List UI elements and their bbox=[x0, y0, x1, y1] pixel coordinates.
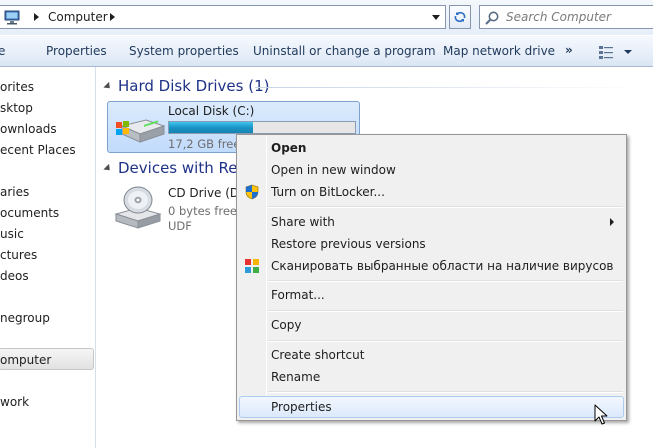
nav-item-desktop[interactable]: sktop bbox=[0, 101, 33, 115]
search-input[interactable] bbox=[502, 6, 650, 28]
address-bar-area: Computer bbox=[0, 0, 653, 35]
menu-item-label: Share with bbox=[271, 215, 335, 229]
menu-separator bbox=[268, 206, 623, 208]
navigation-pane: orites sktop ownloads ecent Places aries… bbox=[0, 67, 96, 448]
menu-separator bbox=[268, 340, 623, 342]
breadcrumb-arrow-icon[interactable] bbox=[34, 13, 40, 21]
local-disk-name: Local Disk (C:) bbox=[168, 104, 255, 118]
hard-drive-icon bbox=[116, 119, 166, 143]
menu-item-open[interactable]: Open bbox=[239, 137, 624, 159]
antivirus-icon bbox=[245, 259, 259, 273]
menu-item-label: Open bbox=[271, 141, 307, 155]
menu-item-label: Rename bbox=[271, 370, 321, 384]
devices-removable-header[interactable]: Devices with Rem bbox=[118, 159, 252, 177]
hard-disk-drives-header[interactable]: Hard Disk Drives (1) bbox=[118, 77, 269, 95]
shield-icon bbox=[245, 184, 259, 200]
breadcrumb-computer[interactable]: Computer bbox=[48, 10, 108, 24]
menu-separator bbox=[268, 310, 623, 312]
nav-item-documents[interactable]: ocuments bbox=[0, 206, 59, 220]
menu-item-label: Open in new window bbox=[271, 163, 396, 177]
menu-item-format[interactable]: Format... bbox=[239, 284, 624, 306]
properties-command[interactable]: Properties bbox=[46, 44, 107, 58]
menu-item-label: Properties bbox=[271, 400, 332, 414]
menu-item-label: Copy bbox=[271, 318, 302, 332]
nav-item-computer[interactable]: omputer bbox=[0, 353, 51, 367]
menu-item-restore-previous-versions[interactable]: Restore previous versions bbox=[239, 233, 624, 255]
nav-item-pictures[interactable]: ctures bbox=[0, 248, 37, 262]
cd-drive-icon bbox=[114, 186, 162, 229]
nav-item-music[interactable]: usic bbox=[0, 227, 24, 241]
nav-item-favorites[interactable]: orites bbox=[0, 80, 34, 94]
menu-item-scan-virus[interactable]: Сканировать выбранные области на наличие… bbox=[239, 255, 624, 277]
menu-item-copy[interactable]: Copy bbox=[239, 314, 624, 336]
command-bar: e Properties System properties Uninstall… bbox=[0, 35, 653, 67]
mouse-cursor-icon bbox=[594, 404, 608, 425]
disk-usage-bar bbox=[168, 121, 356, 134]
menu-item-label: Format... bbox=[271, 288, 325, 302]
menu-item-label: Turn on BitLocker... bbox=[271, 185, 385, 199]
nav-item-videos[interactable]: deos bbox=[0, 269, 29, 283]
menu-separator bbox=[268, 280, 623, 282]
nav-item-network[interactable]: work bbox=[0, 395, 29, 409]
chevron-down-icon bbox=[432, 14, 440, 20]
nav-item-homegroup[interactable]: negroup bbox=[0, 311, 50, 325]
system-properties-command[interactable]: System properties bbox=[129, 44, 239, 58]
nav-item-downloads[interactable]: ownloads bbox=[0, 122, 57, 136]
menu-item-share-with[interactable]: Share with bbox=[239, 211, 624, 233]
group-divider bbox=[255, 87, 645, 88]
collapse-arrow-icon[interactable] bbox=[103, 163, 113, 174]
menu-item-properties[interactable]: Properties bbox=[239, 396, 624, 418]
submenu-arrow-icon bbox=[610, 218, 614, 226]
context-menu: Open Open in new window Turn on BitLocke… bbox=[236, 134, 627, 421]
change-view-icon[interactable] bbox=[599, 45, 613, 59]
disk-usage-fill bbox=[169, 122, 253, 133]
menu-item-create-shortcut[interactable]: Create shortcut bbox=[239, 344, 624, 366]
collapse-arrow-icon[interactable] bbox=[103, 81, 113, 92]
nav-item-recent-places[interactable]: ecent Places bbox=[0, 143, 76, 157]
view-options-caret-icon[interactable] bbox=[624, 50, 632, 54]
menu-item-open-new-window[interactable]: Open in new window bbox=[239, 159, 624, 181]
menu-item-label: Create shortcut bbox=[271, 348, 365, 362]
command-fragment[interactable]: e bbox=[0, 44, 5, 58]
menu-item-rename[interactable]: Rename bbox=[239, 366, 624, 388]
address-dropdown-button[interactable] bbox=[428, 8, 444, 26]
search-box[interactable] bbox=[479, 5, 653, 29]
address-bar[interactable]: Computer bbox=[0, 5, 446, 29]
cd-drive-filesystem: UDF bbox=[168, 219, 192, 233]
search-icon bbox=[485, 11, 499, 25]
nav-item-libraries[interactable]: aries bbox=[0, 185, 29, 199]
computer-icon bbox=[4, 10, 20, 25]
menu-separator bbox=[268, 391, 623, 393]
refresh-icon bbox=[454, 11, 466, 23]
menu-item-label: Сканировать выбранные области на наличие… bbox=[271, 259, 614, 273]
breadcrumb-arrow-icon[interactable] bbox=[110, 13, 116, 21]
more-commands-button[interactable]: » bbox=[565, 43, 573, 57]
uninstall-program-command[interactable]: Uninstall or change a program bbox=[253, 44, 436, 58]
map-network-drive-command[interactable]: Map network drive bbox=[443, 44, 555, 58]
menu-item-label: Restore previous versions bbox=[271, 237, 426, 251]
refresh-button[interactable] bbox=[449, 5, 471, 29]
menu-item-bitlocker[interactable]: Turn on BitLocker... bbox=[239, 181, 624, 203]
